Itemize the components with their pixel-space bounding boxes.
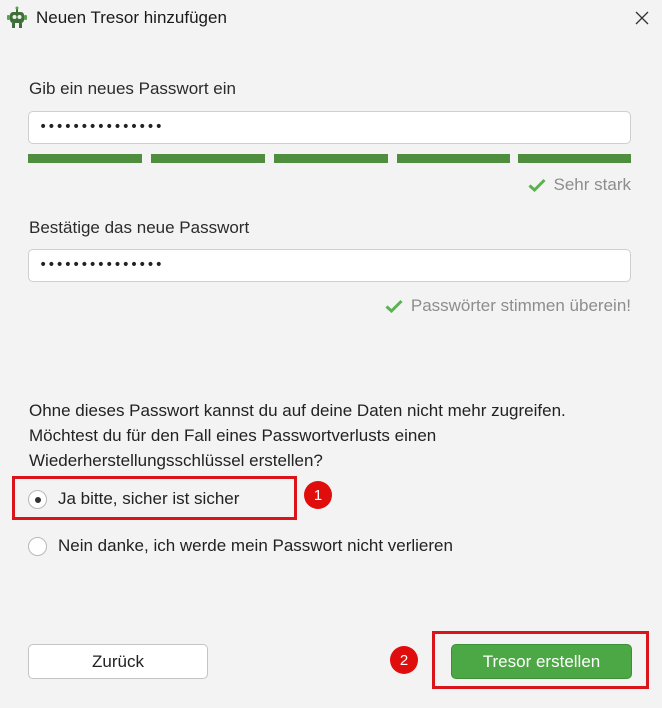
confirm-password-label: Bestätige das neue Passwort (29, 218, 250, 237)
strength-segment (274, 154, 388, 163)
annotation-highlight-2 (432, 631, 649, 689)
cryptomator-robot-icon (7, 6, 27, 28)
annotation-badge-1: 1 (304, 481, 332, 509)
strength-segment (28, 154, 142, 163)
match-text: Passwörter stimmen überein! (410, 296, 631, 315)
radio-option-no-label: Nein danke, ich werde mein Passwort nich… (58, 536, 453, 555)
annotation-highlight-1 (12, 476, 297, 520)
annotation-badge-2: 2 (390, 646, 418, 674)
recovery-question: Ohne dieses Passwort kannst du auf deine… (29, 401, 566, 470)
new-password-field[interactable]: ••••••••••••••• (28, 111, 631, 144)
window-title: Neuen Tresor hinzufügen (36, 8, 227, 27)
strength-segment (151, 154, 265, 163)
password-match-status: Passwörter stimmen überein! (385, 296, 631, 316)
strength-segment (397, 154, 510, 163)
check-icon (385, 299, 403, 313)
close-icon (635, 11, 649, 25)
strength-text: Sehr stark (553, 175, 631, 194)
password-strength-meter (28, 154, 631, 163)
check-icon (528, 178, 546, 192)
radio-option-no[interactable]: Nein danke, ich werde mein Passwort nich… (28, 536, 453, 556)
radio-button-no[interactable] (28, 536, 47, 556)
strength-segment (518, 154, 631, 163)
strength-status: Sehr stark (528, 175, 631, 195)
close-button[interactable] (624, 2, 660, 34)
dialog-content: Gib ein neues Passwort ein •••••••••••••… (0, 38, 662, 708)
back-button[interactable]: Zurück (28, 644, 208, 679)
confirm-password-field[interactable]: ••••••••••••••• (28, 249, 631, 282)
title-bar: Neuen Tresor hinzufügen (0, 0, 662, 38)
new-password-label: Gib ein neues Passwort ein (29, 79, 236, 98)
